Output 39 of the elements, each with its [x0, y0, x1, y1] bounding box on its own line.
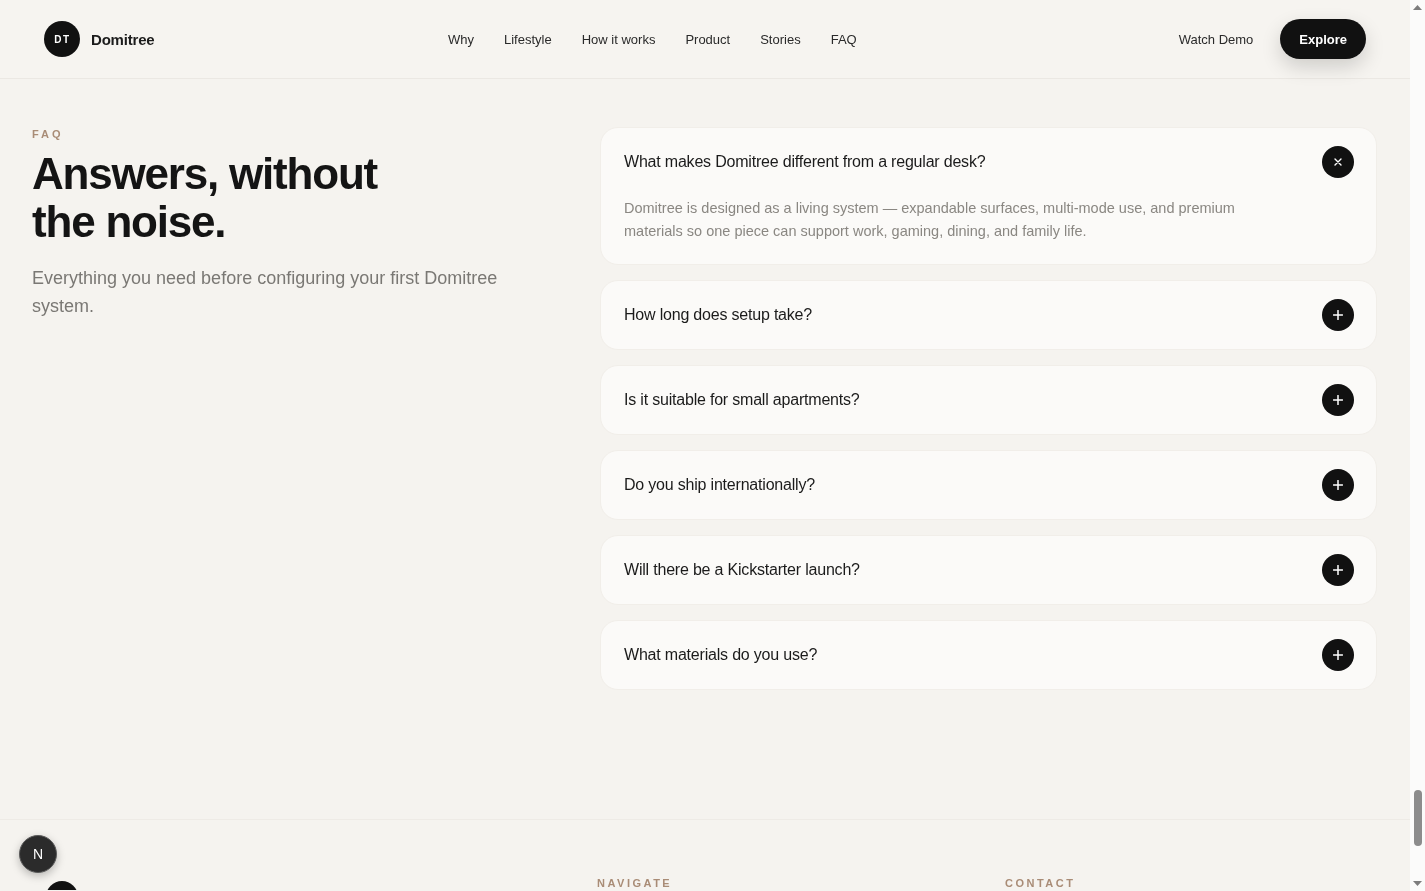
expand-button[interactable] — [1322, 299, 1354, 331]
faq-question: What makes Domitree different from a regular desk? — [624, 153, 986, 171]
expand-button[interactable] — [1322, 384, 1354, 416]
plus-icon — [1333, 395, 1343, 405]
scroll-down-icon[interactable] — [1413, 881, 1422, 886]
faq-question: Will there be a Kickstarter launch? — [624, 561, 860, 579]
faq-question: Do you ship internationally? — [624, 476, 815, 494]
watch-demo-link[interactable]: Watch Demo — [1178, 31, 1254, 47]
faq-question: Is it suitable for small apartments? — [624, 391, 860, 409]
expand-button[interactable] — [1322, 554, 1354, 586]
nav-link[interactable]: Stories — [760, 31, 801, 47]
scroll-up-icon[interactable] — [1413, 5, 1422, 10]
expand-button[interactable] — [1322, 469, 1354, 501]
nav-link[interactable]: FAQ — [830, 31, 857, 47]
close-icon — [1334, 158, 1342, 166]
section-subtitle: Everything you need before configuring your first Domitree system. — [32, 267, 499, 318]
section-title: Answers, without the noise. — [32, 150, 379, 246]
plus-icon — [1333, 650, 1343, 660]
explore-button[interactable]: Explore — [1280, 19, 1366, 59]
nav-link[interactable]: Product — [685, 31, 731, 47]
nav-link[interactable]: Why — [448, 31, 474, 47]
footer-heading: CONTACT — [1005, 877, 1076, 890]
footer-heading: NAVIGATE — [597, 877, 673, 890]
nav-link[interactable]: How it works — [581, 31, 656, 47]
expand-button[interactable] — [1322, 639, 1354, 671]
plus-icon — [1333, 565, 1343, 575]
faq-question: How long does setup take? — [624, 306, 813, 324]
brand-logo[interactable]: DT — [44, 21, 80, 57]
scrollbar-thumb[interactable] — [1413, 790, 1422, 846]
section-eyebrow: FAQ — [32, 128, 64, 140]
faq-answer: Domitree is designed as a living system — expandable surfaces, multi-mode use, and premium materials so one piece can support work, gaming, dining, and family life. — [624, 199, 1236, 241]
plus-icon — [1333, 310, 1343, 320]
nav-link[interactable]: Lifestyle — [504, 31, 552, 47]
plus-icon — [1333, 480, 1343, 490]
dev-tools-button[interactable]: N — [19, 835, 57, 873]
collapse-button[interactable] — [1322, 146, 1354, 178]
footer-logo-icon — [46, 881, 78, 890]
faq-question: What materials do you use? — [624, 646, 818, 664]
brand-name: Domitree — [91, 30, 155, 48]
